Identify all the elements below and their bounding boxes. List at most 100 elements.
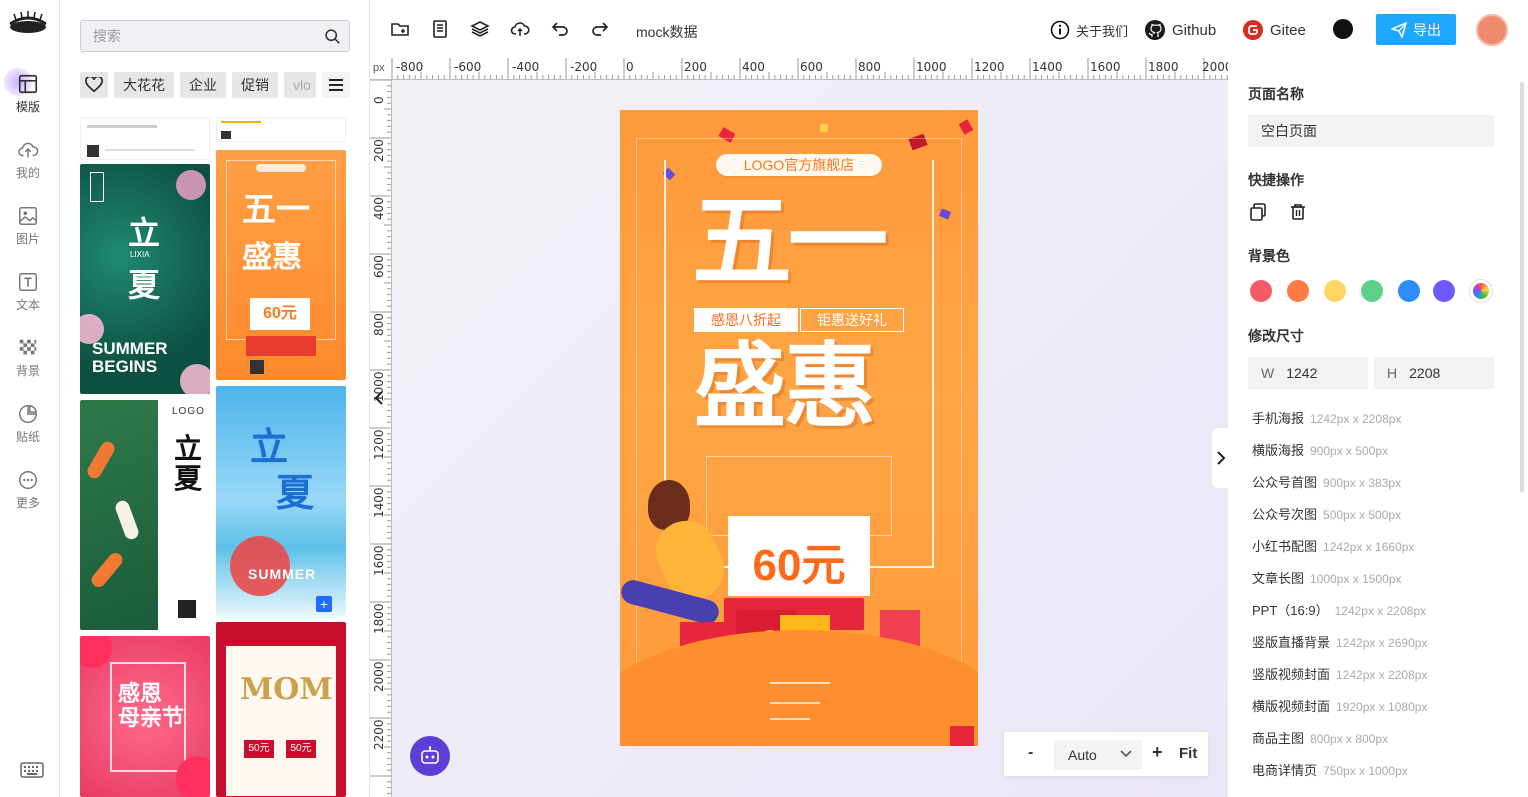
sidebar-item-images[interactable]: 图片 [0,200,56,252]
template-thumb[interactable]: MOM 50元 50元 [216,622,346,797]
size-preset-item[interactable]: PPT（16:9） 1242px x 2208px [1252,600,1426,619]
thumb-en: SUMMER [248,566,317,582]
sidebar-item-text[interactable]: 文本 [0,266,56,318]
undo-icon[interactable] [550,19,570,39]
layers-icon[interactable] [470,19,490,39]
thumb-title: 立 [128,214,161,252]
sidebar-item-background[interactable]: 背景 [0,332,56,384]
ruler-label: 600 [372,255,386,278]
ai-assistant-button[interactable] [410,736,450,776]
thumb-title: MOM [240,672,333,707]
headline-top: 五一 [692,182,888,300]
height-field[interactable]: H 2208 [1374,357,1494,389]
about-link[interactable]: 关于我们 [1050,18,1128,42]
thumb-title: 感恩 母亲节 [118,681,185,731]
github-label: Github [1172,21,1217,39]
size-preset-item[interactable]: 文章长图 1000px x 1500px [1252,568,1401,587]
color-swatch-green[interactable] [1361,280,1383,302]
zoom-fit-button[interactable]: Fit [1179,745,1197,762]
width-field[interactable]: W 1242 [1248,357,1368,389]
delete-icon[interactable] [1288,202,1308,222]
color-swatch-orange[interactable] [1287,280,1309,302]
page-name-field[interactable]: 空白页面 [1248,115,1494,147]
template-thumb[interactable]: 感恩 母亲节 [80,636,210,797]
redo-icon[interactable] [590,19,610,39]
about-label: 关于我们 [1076,23,1129,39]
dark-mode-icon[interactable] [1332,18,1354,40]
ruler-label: -400 [512,60,540,74]
mock-data-menu[interactable]: mock数据 [636,22,697,42]
cloud-icon[interactable] [510,19,530,39]
size-preset-item[interactable]: 小红书配图 1242px x 1660px [1252,536,1414,555]
props-scrollbar[interactable] [1520,82,1524,492]
zoom-out-button[interactable]: - [1028,744,1033,762]
keyboard-icon[interactable] [20,760,44,780]
size-preset-item[interactable]: 竖版视频封面 1242px x 2208px [1252,664,1427,683]
ruler-label: 1200 [372,429,386,460]
tag-item[interactable]: 大花花 [114,72,174,98]
color-swatch-yellow[interactable] [1324,280,1346,302]
size-preset-item[interactable]: 手机海报 1242px x 2208px [1252,408,1401,427]
sidebar-item-more[interactable]: 更多 [0,464,56,516]
poster-canvas[interactable]: LOGO官方旗舰店 五一 感恩八折起 钜惠送好礼 盛惠 60元 [620,110,978,746]
sidebar-item-label: 文本 [15,298,40,312]
search-icon[interactable] [324,28,341,45]
search-box [80,20,350,52]
ruler-label: 400 [742,60,765,74]
favorites-tag[interactable] [80,72,108,98]
zoom-in-button[interactable]: + [1152,742,1163,763]
size-preset-item[interactable]: 横版视频封面 1920px x 1080px [1252,696,1427,715]
color-swatch-purple[interactable] [1433,280,1455,302]
ruler-label: 1800 [372,603,386,634]
horizontal-ruler[interactable]: -800 -600 -400 -200 0 200 400 600 800 10… [370,58,1228,80]
chevron-down-icon [1120,750,1132,758]
ruler-label: 800 [858,60,881,74]
sidebar-item-stickers[interactable]: 贴纸 [0,398,56,450]
template-thumb[interactable]: 五一 盛惠 60元 [216,150,346,380]
open-folder-icon[interactable] [390,19,410,39]
size-preset-item[interactable]: 商品主图 800px x 800px [1252,728,1388,747]
copy-icon[interactable] [1248,202,1268,222]
template-thumb[interactable] [80,118,210,160]
size-heading: 修改尺寸 [1248,328,1304,344]
size-preset-item[interactable]: 竖版直播背景 1242px x 2690px [1252,632,1427,651]
tag-item[interactable]: 促销 [232,72,278,98]
avatar[interactable] [1476,14,1508,46]
sidebar-item-label: 背景 [15,364,40,378]
ruler-label: 1600 [372,545,386,576]
export-button[interactable]: 导出 [1376,14,1456,45]
document-icon[interactable] [430,19,450,39]
gitee-icon [1243,20,1263,40]
size-preset-item[interactable]: 公众号首图 900px x 383px [1252,472,1401,491]
template-thumb[interactable]: 立 夏 SUMMER + [216,386,346,616]
add-icon[interactable]: + [316,596,332,612]
ruler-label: 1400 [1032,60,1063,74]
ruler-label: 1600 [1090,60,1121,74]
page-name-heading: 页面名称 [1248,86,1304,102]
size-preset-item[interactable]: 公众号次图 500px x 500px [1252,504,1401,523]
bg-color-heading: 背景色 [1248,248,1290,264]
sidebar-item-mine[interactable]: 我的 [0,134,56,186]
tag-item[interactable]: 企业 [180,72,226,98]
template-thumb[interactable]: 立 LIXIA 夏 SUMMER BEGINS [80,164,210,394]
vertical-ruler[interactable]: 0 200 400 600 800 1000 1200 1400 1600 18… [370,80,392,797]
zoom-select[interactable]: Auto [1054,740,1142,770]
color-swatch-blue[interactable] [1398,280,1420,302]
ruler-label: -800 [396,60,424,74]
size-preset-item[interactable]: 电商详情页 750px x 1000px [1252,760,1408,779]
github-icon [1145,20,1165,40]
size-preset-item[interactable]: 横版海报 900px x 500px [1252,440,1388,459]
collapse-left-icon[interactable] [372,388,386,408]
price-card: 60元 [728,516,870,596]
search-input[interactable] [81,21,301,51]
image-icon [19,207,37,225]
color-swatch-red[interactable] [1250,280,1272,302]
gitee-link[interactable]: Gitee [1242,18,1306,42]
github-link[interactable]: Github [1144,18,1216,42]
color-picker-icon[interactable] [1470,280,1492,302]
template-thumb[interactable]: LOGO 立夏 [80,400,210,630]
tag-item[interactable]: vlo [284,72,316,98]
template-thumb[interactable] [216,118,346,142]
sidebar-item-templates[interactable]: 模版 [0,68,56,120]
tag-menu-button[interactable] [322,72,350,98]
